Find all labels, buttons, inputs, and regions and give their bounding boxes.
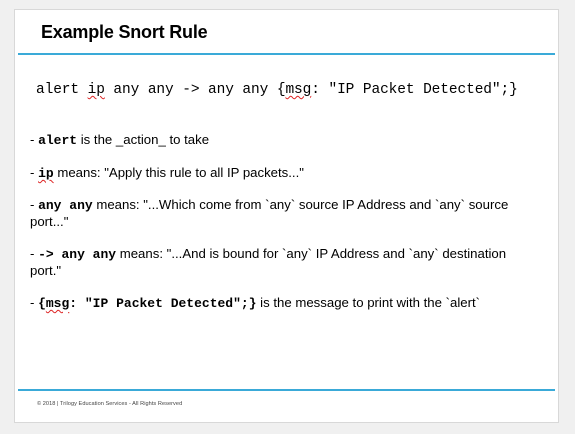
bullet-code: -> any any (38, 247, 117, 262)
bullet-dash: - (30, 165, 39, 180)
bullet-code: alert (38, 133, 78, 148)
copyright-footer: © 2018 | Trilogy Education Services - Al… (37, 401, 183, 407)
code-addresses: any any -> any any { (104, 82, 286, 98)
bullet-message: - {msg: "IP Packet Detected";} is the me… (30, 295, 536, 312)
bullet-text: means: "...Which come from `any` source … (30, 197, 509, 229)
title-divider (18, 53, 555, 55)
footer-divider (18, 389, 555, 391)
bullet-text: is the _action_ to take (77, 132, 210, 147)
bullet-source: - any any means: "...Which come from `an… (30, 197, 536, 230)
code-msg-value: : "IP Packet Detected";} (311, 82, 518, 98)
slide-title: Example Snort Rule (41, 22, 208, 42)
bullet-ip: - ip means: "Apply this rule to all IP p… (30, 165, 536, 182)
bullet-code-open: { (38, 296, 46, 311)
bullet-code: ip (38, 166, 54, 181)
bullet-code: any any (38, 198, 93, 213)
bullet-alert: - alert is the _action_ to take (30, 132, 536, 149)
code-protocol: ip (87, 82, 105, 98)
bullet-code-msg: msg (45, 296, 70, 311)
bullet-text: is the message to print with the `alert` (256, 295, 481, 310)
bullet-dash: - (30, 295, 39, 310)
code-action: alert (36, 82, 88, 98)
code-msg-keyword: msg (285, 82, 312, 98)
bullet-dash: - (30, 197, 39, 212)
bullet-destination: - -> any any means: "...And is bound for… (30, 246, 536, 279)
snort-rule-example: alert ip any any -> any any {msg: "IP Pa… (36, 82, 518, 98)
bullet-text: means: "Apply this rule to all IP packet… (53, 165, 304, 180)
bullet-code-rest: : "IP Packet Detected";} (69, 296, 257, 311)
bullet-dash: - (30, 246, 39, 261)
bullet-dash: - (30, 132, 39, 147)
slide: Example Snort Rule alert ip any any -> a… (14, 9, 559, 423)
